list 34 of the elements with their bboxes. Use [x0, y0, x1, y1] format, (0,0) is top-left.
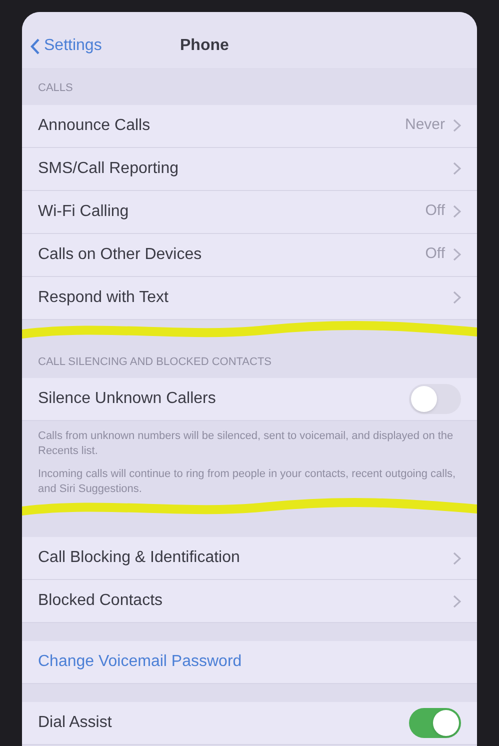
section-header: CALLS: [37, 81, 74, 96]
chevron-icon: [453, 552, 461, 564]
row-label: Calls on Other Devices: [38, 244, 203, 264]
chevron-icon: [453, 594, 461, 608]
chevron-icon: [453, 248, 461, 261]
row-value: Never: [404, 115, 445, 136]
chevron-icon: [453, 162, 461, 175]
section-footer-text: Calls from unknown numbers will be silenced, sent to voicemail, and displayed on the Recents list.: [37, 429, 454, 459]
row-label: Respond with Text: [38, 288, 170, 308]
settings-row[interactable]: Blocked Contacts: [22, 580, 477, 623]
row-label: SMS/Call Reporting: [38, 158, 180, 178]
settings-row[interactable]: Wi-Fi Calling Off: [22, 190, 477, 234]
toggle-switch[interactable]: [409, 384, 461, 414]
screen-title: Phone: [180, 36, 229, 56]
section-header: CALL SILENCING AND BLOCKED CONTACTS: [37, 354, 272, 370]
settings-row[interactable]: Respond with Text: [22, 276, 477, 320]
row-value: Off: [425, 201, 445, 222]
chevron-icon: [453, 205, 461, 218]
row-label: Blocked Contacts: [38, 591, 164, 611]
row-label: Call Blocking & Identification: [38, 548, 241, 568]
section-footer-text: Incoming calls will continue to ring from people in your contacts, recent outgoing calls, and Siri Suggestions.: [37, 467, 457, 497]
settings-row[interactable]: Announce Calls Never: [22, 104, 477, 148]
back-chevron-icon: [30, 38, 40, 54]
row-label: Silence Unknown Callers: [38, 389, 217, 409]
settings-row[interactable]: Calls on Other Devices Off: [22, 234, 477, 276]
toggle-switch[interactable]: [409, 708, 461, 738]
chevron-icon: [453, 291, 461, 304]
row-value: Off: [425, 244, 445, 264]
settings-row[interactable]: Call Blocking & Identification: [22, 537, 477, 580]
row-label: Announce Calls: [38, 116, 152, 136]
row-label: Wi-Fi Calling: [38, 202, 130, 222]
row-label: Dial Assist: [38, 713, 113, 733]
settings-row[interactable]: SMS/Call Reporting: [22, 148, 477, 190]
chevron-icon: [453, 119, 461, 132]
